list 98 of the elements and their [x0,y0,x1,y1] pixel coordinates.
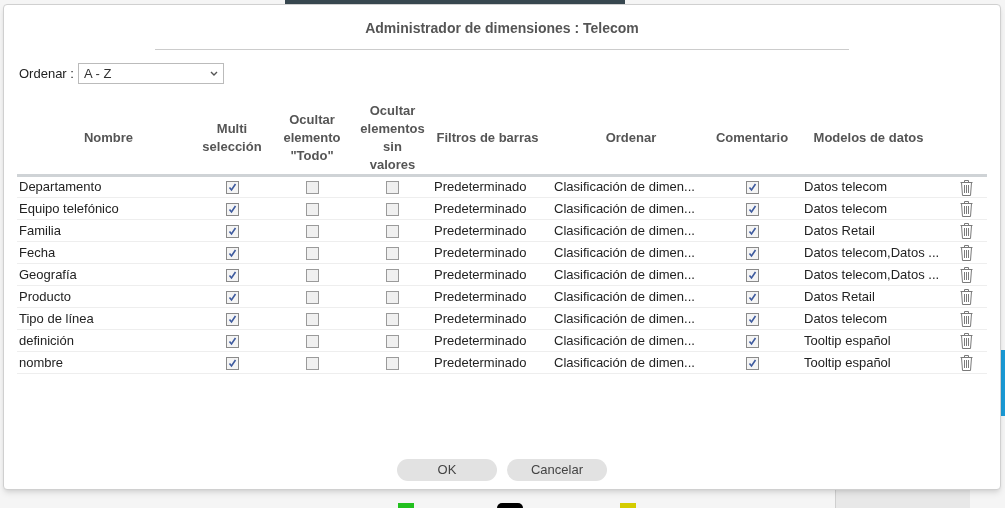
checkbox[interactable] [745,268,759,282]
checkbox[interactable] [386,268,399,282]
checkbox[interactable] [305,246,319,260]
checkbox[interactable] [305,202,319,216]
table-cell: Datos Retail [804,222,875,238]
table-cell: Predeterminado [434,332,527,348]
table-cell: Predeterminado [434,200,527,216]
table-cell: Clasificación de dimen... [554,179,695,195]
checkbox[interactable] [305,356,319,370]
column-header: Ordenar [605,130,657,145]
checkbox[interactable] [386,312,399,326]
trash-icon[interactable] [959,201,973,218]
checkbox[interactable] [305,290,319,304]
trash-icon[interactable] [959,311,973,328]
checkbox[interactable] [745,246,759,260]
checkbox[interactable] [745,181,759,195]
table-cell: Predeterminado [434,288,527,304]
trash-icon[interactable] [959,223,973,240]
column-header: Ocultar elemento "Todo" [283,112,341,163]
ok-button[interactable]: OK [397,459,497,481]
table-cell: Clasificación de dimen... [554,310,695,326]
checkbox[interactable] [305,268,319,282]
trash-icon[interactable] [959,333,973,350]
checkbox[interactable] [225,290,239,304]
table-cell: Predeterminado [434,179,527,195]
chart-segment [497,503,523,508]
checkbox[interactable] [386,224,399,238]
column-header: Ocultar elementos sin valores [360,103,425,172]
checkbox[interactable] [745,312,759,326]
table-cell: Datos telecom [804,200,888,216]
table-cell: Datos telecom,Datos ... [804,266,940,282]
checkbox[interactable] [305,181,319,195]
checkbox[interactable] [386,246,399,260]
chart-segment [620,503,636,508]
table-cell: Departamento [19,179,102,195]
dialog-title: Administrador de dimensiones : Telecom [365,19,639,38]
table-cell: Datos telecom [804,310,888,326]
table-cell: Fecha [19,244,56,260]
table-cell: Predeterminado [434,310,527,326]
column-header: Multi selección [202,121,262,154]
checkbox[interactable] [386,290,399,304]
checkbox[interactable] [305,334,319,348]
checkbox[interactable] [386,334,399,348]
checkbox[interactable] [225,268,239,282]
table-cell: Clasificación de dimen... [554,222,695,238]
table-cell: Geografía [19,266,77,282]
table-cell: Clasificación de dimen... [554,332,695,348]
checkbox[interactable] [386,202,399,216]
checkbox[interactable] [225,356,239,370]
table-cell: Datos Retail [804,288,875,304]
trash-icon[interactable] [959,179,973,196]
table-cell: nombre [19,354,64,370]
checkbox[interactable] [305,224,319,238]
table-cell: definición [19,332,74,348]
checkbox[interactable] [225,312,239,326]
sort-label: Ordenar : [19,64,74,83]
sort-dropdown[interactable]: A - Z [77,63,224,84]
checkbox[interactable] [386,356,399,370]
chart-segment [398,503,414,508]
checkbox[interactable] [305,312,319,326]
checkbox[interactable] [745,224,759,238]
checkbox[interactable] [386,181,399,195]
column-header: Comentario [715,130,789,145]
table-cell: Predeterminado [434,354,527,370]
table-cell: Producto [19,288,72,304]
table-cell: Clasificación de dimen... [554,354,695,370]
checkbox[interactable] [225,224,239,238]
checkbox[interactable] [225,202,239,216]
column-header: Modelos de datos [813,130,924,145]
trash-icon[interactable] [959,245,973,262]
column-header: Filtros de barras [436,130,539,145]
table-cell: Datos telecom,Datos ... [804,244,940,260]
checkbox[interactable] [225,246,239,260]
column-header: Nombre [83,130,134,145]
trash-icon[interactable] [959,267,973,284]
checkbox[interactable] [745,202,759,216]
table-cell: Clasificación de dimen... [554,200,695,216]
table-cell: Tooltip español [804,332,891,348]
cancel-button[interactable]: Cancelar [507,459,607,481]
checkbox[interactable] [225,334,239,348]
checkbox[interactable] [225,181,239,195]
table-cell: Tooltip español [804,354,891,370]
trash-icon[interactable] [959,289,973,306]
table-cell: Clasificación de dimen... [554,288,695,304]
chevron-down-icon [209,71,218,76]
table-cell: Familia [19,222,61,238]
checkbox[interactable] [745,290,759,304]
checkbox[interactable] [745,356,759,370]
table-cell: Predeterminado [434,222,527,238]
table-cell: Predeterminado [434,266,527,282]
table-cell: Equipo telefónico [19,200,119,216]
table-cell: Clasificación de dimen... [554,244,695,260]
checkbox[interactable] [745,334,759,348]
table-cell: Clasificación de dimen... [554,266,695,282]
table-cell: Datos telecom [804,179,888,195]
table-cell: Tipo de línea [19,310,94,326]
trash-icon[interactable] [959,355,973,372]
table-cell: Predeterminado [434,244,527,260]
